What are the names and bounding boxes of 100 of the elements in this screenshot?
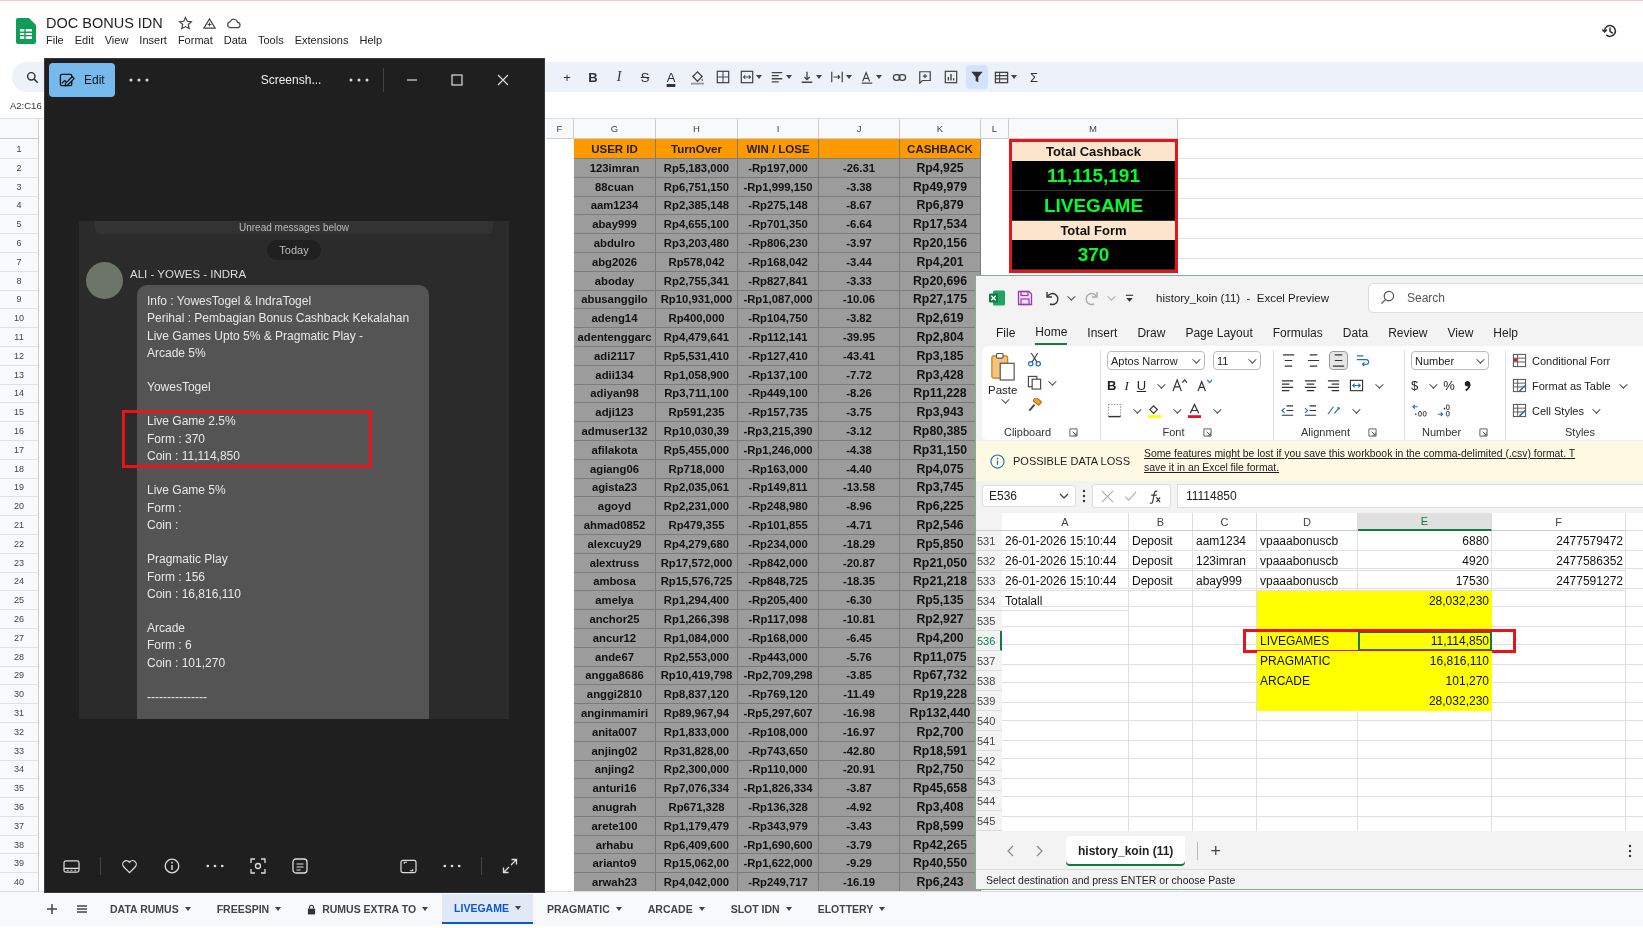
spreadsheet-app-icon[interactable] xyxy=(988,289,1006,307)
row-number[interactable]: 31 xyxy=(0,704,38,723)
move-icon[interactable] xyxy=(201,15,217,31)
number-format-dropdown[interactable]: Number xyxy=(1411,351,1489,370)
fit-icon[interactable] xyxy=(400,858,417,874)
styles-button[interactable]: Conditional Forr xyxy=(1512,350,1643,371)
warning-link[interactable]: save it in an Excel file format. xyxy=(1144,461,1576,475)
scissors-icon[interactable] xyxy=(1027,352,1043,367)
row-number[interactable]: 23 xyxy=(0,553,38,573)
text-scan-icon[interactable] xyxy=(292,858,308,874)
column-header[interactable]: F xyxy=(546,119,574,139)
row-number[interactable]: 2 xyxy=(0,159,38,178)
row-number[interactable]: 9 xyxy=(0,290,38,310)
row-number[interactable]: 12 xyxy=(0,346,38,366)
format-button[interactable]: S xyxy=(634,65,656,89)
row-number[interactable]: 18 xyxy=(0,459,38,479)
menu-item[interactable]: Format xyxy=(177,34,213,46)
row-number[interactable]: 5 xyxy=(0,215,38,235)
expand-icon[interactable] xyxy=(502,858,518,874)
wrap-text-icon[interactable] xyxy=(1355,353,1370,368)
styles-button[interactable]: Cell Styles xyxy=(1512,400,1643,421)
launcher-icon[interactable] xyxy=(1202,427,1212,437)
info-icon[interactable] xyxy=(164,858,180,874)
format-button[interactable]: A xyxy=(660,65,682,89)
increase-decimal-icon[interactable] xyxy=(1411,403,1428,418)
column-header[interactable]: H xyxy=(656,119,738,139)
merge-center-icon[interactable] xyxy=(1349,378,1364,393)
edit-button[interactable]: Edit xyxy=(49,63,115,97)
row-number[interactable]: 30 xyxy=(0,685,38,705)
function-icon[interactable] xyxy=(1147,488,1162,504)
font-name-dropdown[interactable]: Aptos Narrow xyxy=(1107,351,1205,370)
ribbon-tab[interactable]: File xyxy=(996,321,1016,345)
row-number[interactable]: 14 xyxy=(0,384,38,404)
increase-indent-icon[interactable] xyxy=(1303,403,1318,418)
more-icon[interactable] xyxy=(1628,844,1632,858)
ribbon-tab[interactable]: Formulas xyxy=(1272,321,1323,345)
search-field[interactable]: Search xyxy=(1368,283,1643,313)
ribbon-tab[interactable]: Data xyxy=(1342,321,1369,345)
currency-button[interactable]: $ xyxy=(1411,378,1419,393)
row-number[interactable]: 13 xyxy=(0,365,38,385)
menu-item[interactable]: Data xyxy=(223,34,247,46)
row-number[interactable]: 39 xyxy=(0,854,38,874)
row-number[interactable]: 35 xyxy=(0,779,38,799)
brush-icon[interactable] xyxy=(1027,398,1043,413)
row-number[interactable]: 540 xyxy=(976,711,1002,731)
format-button[interactable]: I xyxy=(608,65,630,89)
row-number[interactable]: 8 xyxy=(0,271,38,291)
more-icon[interactable] xyxy=(349,78,370,82)
align-left-icon[interactable] xyxy=(1280,378,1295,393)
font-size-dropdown[interactable]: 11 xyxy=(1213,351,1261,370)
row-number[interactable]: 6 xyxy=(0,234,38,253)
borders-icon[interactable] xyxy=(1107,403,1122,418)
decrease-decimal-icon[interactable] xyxy=(1436,403,1453,418)
row-number[interactable]: 26 xyxy=(0,610,38,629)
save-icon[interactable] xyxy=(1017,290,1033,306)
row-number[interactable]: 537 xyxy=(976,651,1002,671)
row-number[interactable]: 21 xyxy=(0,516,38,535)
menu-item[interactable]: Tools xyxy=(257,34,284,46)
menu-item[interactable]: View xyxy=(104,34,129,46)
filmstrip-icon[interactable] xyxy=(63,858,80,874)
more-icon[interactable] xyxy=(1082,489,1086,503)
vertical-align-button[interactable] xyxy=(1330,352,1347,369)
row-number[interactable]: 545 xyxy=(976,811,1002,831)
warning-link[interactable]: Some features might be lost if you save this workbook in the comma-delimited (.csv) format. T xyxy=(1144,447,1576,461)
row-number[interactable]: 538 xyxy=(976,671,1002,691)
focus-icon[interactable] xyxy=(250,858,266,874)
launcher-icon[interactable] xyxy=(1367,427,1377,437)
font-style-button[interactable]: U xyxy=(1136,378,1147,393)
ribbon-tab[interactable]: Draw xyxy=(1137,321,1166,345)
check-icon[interactable] xyxy=(1124,489,1137,503)
formula-field[interactable]: 11114850 xyxy=(1177,484,1643,508)
row-number[interactable]: 544 xyxy=(976,791,1002,811)
row-number[interactable]: 4 xyxy=(0,196,38,216)
sheet-tab[interactable]: SLOT IDN xyxy=(718,894,804,924)
more-icon[interactable] xyxy=(443,864,461,868)
sheet-tab[interactable]: PRAGMATIC xyxy=(534,894,634,924)
ribbon-tab[interactable]: Help xyxy=(1493,321,1518,345)
row-number[interactable]: 3 xyxy=(0,177,38,197)
add-sheet-button[interactable]: + xyxy=(1210,840,1221,862)
column-header[interactable]: I xyxy=(738,119,819,139)
sheet-tab[interactable]: FREESPIN xyxy=(204,894,294,924)
star-icon[interactable] xyxy=(177,15,193,31)
column-header[interactable]: K xyxy=(900,119,981,139)
ribbon-tab[interactable]: Insert xyxy=(1087,321,1118,345)
sheet-tab[interactable]: LIVEGAME xyxy=(442,894,533,924)
row-number[interactable]: 38 xyxy=(0,835,38,855)
row-number[interactable]: 17 xyxy=(0,440,38,460)
row-number[interactable]: 531 xyxy=(976,531,1002,551)
styles-button[interactable]: Format as Table xyxy=(1512,375,1643,396)
vertical-align-button[interactable] xyxy=(1280,352,1297,369)
launcher-icon[interactable] xyxy=(1069,427,1079,437)
font-style-button[interactable]: I xyxy=(1124,377,1129,394)
fill-color-icon[interactable] xyxy=(1147,403,1162,418)
row-number[interactable]: 32 xyxy=(0,722,38,742)
heart-icon[interactable] xyxy=(121,858,138,874)
sheet-tab[interactable]: DATA RUMUS xyxy=(98,894,203,924)
row-number[interactable]: 22 xyxy=(0,534,38,554)
row-number[interactable]: 15 xyxy=(0,403,38,423)
more-icon[interactable] xyxy=(206,864,224,868)
launcher-icon[interactable] xyxy=(1479,427,1489,437)
